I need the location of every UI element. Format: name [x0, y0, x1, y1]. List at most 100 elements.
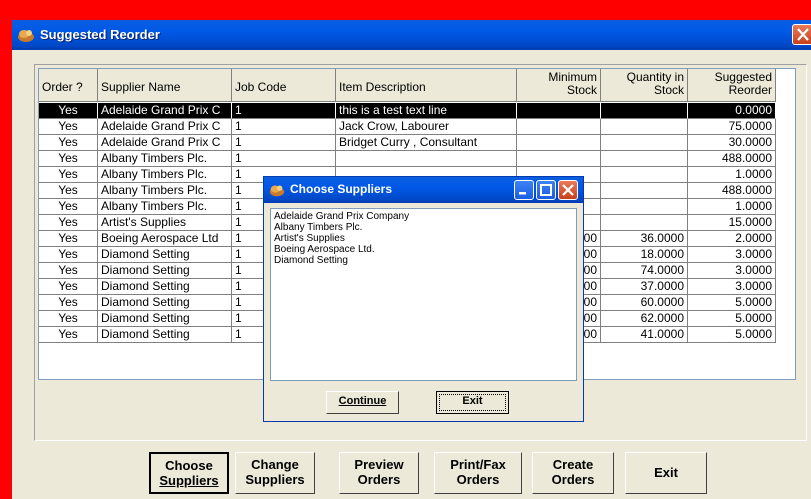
cell-supplier[interactable]: Albany Timbers Plc.: [98, 151, 232, 167]
cell-order[interactable]: Yes: [39, 167, 98, 183]
cell-order[interactable]: Yes: [39, 311, 98, 327]
cell-sug[interactable]: 488.0000: [688, 183, 776, 199]
header-item-description[interactable]: Item Description: [336, 69, 517, 102]
table-row[interactable]: Yes Adelaide Grand Prix C 1 Bridget Curry ,…: [39, 135, 795, 151]
cell-order[interactable]: Yes: [39, 295, 98, 311]
cell-qty[interactable]: 18.0000: [601, 247, 688, 263]
cell-order[interactable]: Yes: [39, 151, 98, 167]
exit-button[interactable]: Exit: [625, 452, 707, 494]
cell-sug[interactable]: 5.0000: [688, 311, 776, 327]
table-row[interactable]: Yes Adelaide Grand Prix C 1 Jack Crow, Labo…: [39, 119, 795, 135]
cell-qty[interactable]: 74.0000: [601, 263, 688, 279]
cell-supplier[interactable]: Adelaide Grand Prix C: [98, 135, 232, 151]
cell-sug[interactable]: 3.0000: [688, 247, 776, 263]
cell-item[interactable]: Bridget Curry , Consultant: [336, 135, 517, 151]
cell-sug[interactable]: 1.0000: [688, 199, 776, 215]
cell-sug[interactable]: 15.0000: [688, 215, 776, 231]
supplier-list-item[interactable]: Boeing Aerospace Ltd.: [274, 244, 573, 255]
header-supplier-name[interactable]: Supplier Name: [98, 69, 232, 102]
cell-supplier[interactable]: Albany Timbers Plc.: [98, 199, 232, 215]
close-button[interactable]: [792, 24, 811, 45]
cell-sug[interactable]: 75.0000: [688, 119, 776, 135]
cell-job[interactable]: 1: [232, 151, 336, 167]
cell-order[interactable]: Yes: [39, 327, 98, 343]
cell-supplier[interactable]: Diamond Setting: [98, 279, 232, 295]
create-orders-button[interactable]: Create Orders: [532, 452, 614, 494]
cell-order[interactable]: Yes: [39, 279, 98, 295]
cell-order[interactable]: Yes: [39, 135, 98, 151]
cell-qty[interactable]: [601, 183, 688, 199]
cell-qty[interactable]: [601, 103, 688, 119]
cell-min[interactable]: [517, 119, 601, 135]
dialog-exit-button[interactable]: Exit: [436, 391, 509, 414]
cell-order[interactable]: Yes: [39, 231, 98, 247]
cell-sug[interactable]: 1.0000: [688, 167, 776, 183]
cell-qty[interactable]: [601, 215, 688, 231]
cell-supplier[interactable]: Adelaide Grand Prix C: [98, 119, 232, 135]
maximize-button[interactable]: [536, 180, 556, 200]
cell-item[interactable]: Jack Crow, Labourer: [336, 119, 517, 135]
cell-supplier[interactable]: Albany Timbers Plc.: [98, 183, 232, 199]
cell-sug[interactable]: 30.0000: [688, 135, 776, 151]
cell-supplier[interactable]: Adelaide Grand Prix C: [98, 103, 232, 119]
header-quantity-in-stock[interactable]: Quantity in Stock: [601, 69, 688, 102]
supplier-list-item[interactable]: Diamond Setting: [274, 255, 573, 266]
choose-suppliers-button[interactable]: Choose Suppliers: [149, 452, 229, 494]
cell-job[interactable]: 1: [232, 135, 336, 151]
cell-order[interactable]: Yes: [39, 183, 98, 199]
cell-sug[interactable]: 3.0000: [688, 263, 776, 279]
cell-qty[interactable]: 60.0000: [601, 295, 688, 311]
cell-supplier[interactable]: Artist's Supplies: [98, 215, 232, 231]
minimize-button[interactable]: [514, 180, 534, 200]
cell-sug[interactable]: 2.0000: [688, 231, 776, 247]
cell-job[interactable]: 1: [232, 119, 336, 135]
dialog-titlebar[interactable]: Choose Suppliers: [264, 177, 583, 203]
cell-supplier[interactable]: Diamond Setting: [98, 263, 232, 279]
cell-supplier[interactable]: Diamond Setting: [98, 311, 232, 327]
cell-supplier[interactable]: Diamond Setting: [98, 295, 232, 311]
cell-order[interactable]: Yes: [39, 215, 98, 231]
preview-orders-button[interactable]: Preview Orders: [339, 452, 419, 494]
cell-qty[interactable]: 37.0000: [601, 279, 688, 295]
cell-supplier[interactable]: Boeing Aerospace Ltd: [98, 231, 232, 247]
suppliers-list[interactable]: Adelaide Grand Prix Company Albany Timber…: [270, 208, 577, 381]
supplier-list-item[interactable]: Adelaide Grand Prix Company: [274, 211, 573, 222]
supplier-list-item[interactable]: Artist's Supplies: [274, 233, 573, 244]
header-order[interactable]: Order ?: [39, 69, 98, 102]
cell-order[interactable]: Yes: [39, 199, 98, 215]
cell-order[interactable]: Yes: [39, 247, 98, 263]
cell-qty[interactable]: 62.0000: [601, 311, 688, 327]
cell-qty[interactable]: [601, 119, 688, 135]
cell-supplier[interactable]: Diamond Setting: [98, 247, 232, 263]
cell-sug[interactable]: 5.0000: [688, 295, 776, 311]
cell-order[interactable]: Yes: [39, 103, 98, 119]
cell-qty[interactable]: [601, 135, 688, 151]
header-minimum-stock[interactable]: Minimum Stock: [517, 69, 601, 102]
cell-job[interactable]: 1: [232, 103, 336, 119]
cell-qty[interactable]: [601, 167, 688, 183]
cell-supplier[interactable]: Diamond Setting: [98, 327, 232, 343]
cell-min[interactable]: [517, 135, 601, 151]
cell-sug[interactable]: 488.0000: [688, 151, 776, 167]
cell-qty[interactable]: [601, 199, 688, 215]
cell-sug[interactable]: 3.0000: [688, 279, 776, 295]
cell-qty[interactable]: 36.0000: [601, 231, 688, 247]
continue-button[interactable]: Continue: [326, 391, 399, 414]
table-row[interactable]: Yes Adelaide Grand Prix C 1 this is a test …: [39, 103, 795, 119]
dialog-close-button[interactable]: [558, 180, 578, 200]
cell-order[interactable]: Yes: [39, 119, 98, 135]
header-suggested-reorder[interactable]: Suggested Reorder: [688, 69, 776, 102]
table-row[interactable]: Yes Albany Timbers Plc. 1 488.0000: [39, 151, 795, 167]
cell-qty[interactable]: [601, 151, 688, 167]
cell-item[interactable]: [336, 151, 517, 167]
cell-sug[interactable]: 5.0000: [688, 327, 776, 343]
cell-min[interactable]: [517, 103, 601, 119]
supplier-list-item[interactable]: Albany Timbers Plc.: [274, 222, 573, 233]
print-fax-orders-button[interactable]: Print/Fax Orders: [434, 452, 522, 494]
cell-item[interactable]: this is a test text line: [336, 103, 517, 119]
cell-qty[interactable]: 41.0000: [601, 327, 688, 343]
change-suppliers-button[interactable]: Change Suppliers: [235, 452, 315, 494]
cell-min[interactable]: [517, 151, 601, 167]
cell-supplier[interactable]: Albany Timbers Plc.: [98, 167, 232, 183]
cell-order[interactable]: Yes: [39, 263, 98, 279]
